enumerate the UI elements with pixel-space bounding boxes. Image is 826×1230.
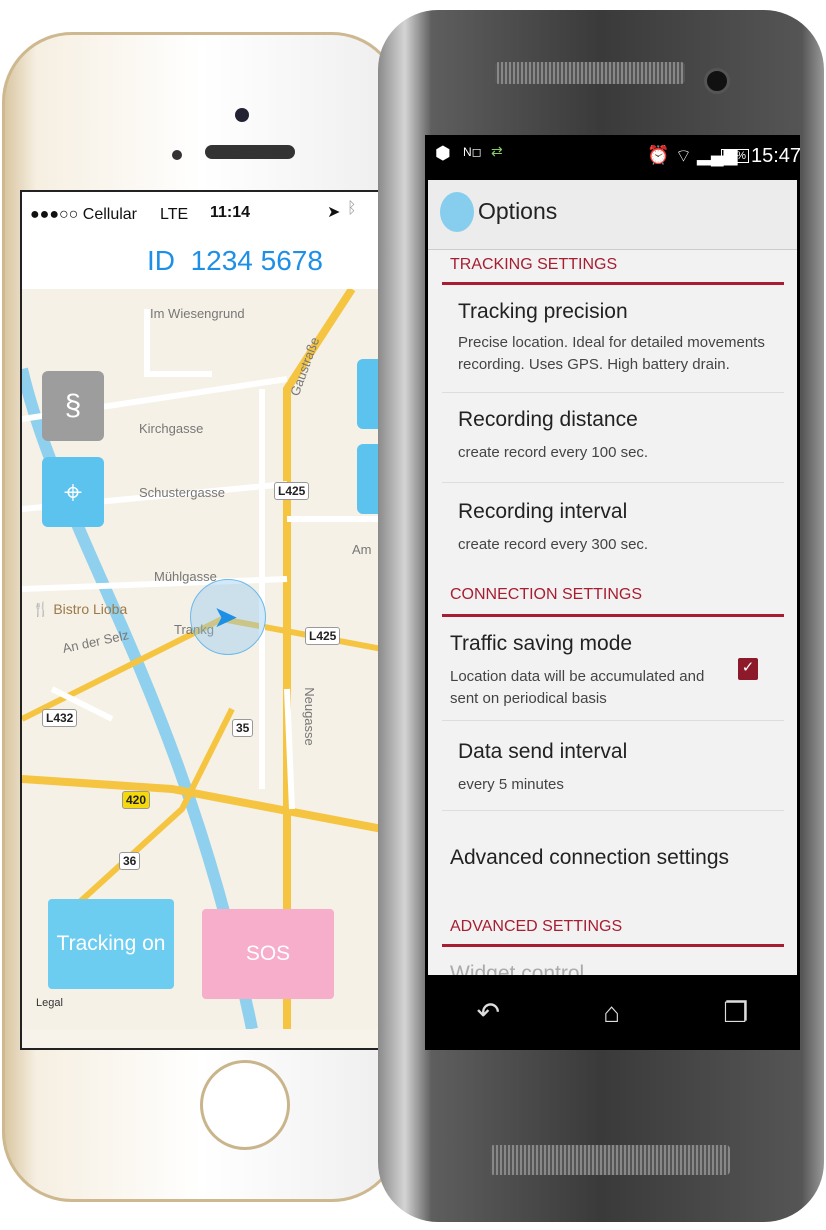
home-button[interactable] xyxy=(200,1060,290,1150)
pref-summary: Precise location. Ideal for detailed mov… xyxy=(458,334,765,373)
divider xyxy=(442,720,784,721)
battery-indicator: 85% xyxy=(721,149,750,163)
device-id-header: ID 1234 5678 xyxy=(22,237,378,289)
map-view[interactable]: Im Wiesengrund Gaustraße Kirchgasse Schu… xyxy=(22,289,378,1029)
street-label: Mühlgasse xyxy=(154,569,217,584)
poi-bistro[interactable]: 🍴 Bistro Lioba xyxy=(32,601,127,618)
speaker-grille-top xyxy=(495,62,685,84)
divider xyxy=(442,810,784,811)
section-divider xyxy=(442,944,784,947)
street-label: Neugasse xyxy=(301,687,317,746)
id-value: 1234 5678 xyxy=(190,245,323,276)
pref-summary: create record every 300 sec. xyxy=(458,536,649,553)
data-transfer-icon: ⇄ xyxy=(491,143,503,159)
nfc-icon: N◻ xyxy=(463,145,482,159)
clock: 11:14 xyxy=(210,204,251,221)
street-label: Schustergasse xyxy=(139,485,225,500)
section-divider xyxy=(442,282,784,285)
road-shield: 35 xyxy=(232,719,254,737)
pref-title: Traffic saving mode xyxy=(450,632,633,655)
clock: 15:47 xyxy=(751,145,800,167)
section-divider xyxy=(442,614,784,617)
route-icon: § xyxy=(64,389,82,422)
wifi-icon: ⌔ xyxy=(675,146,692,166)
id-label: ID xyxy=(147,245,176,276)
android-screen: ⬢ N◻ ⇄ ⏰ ⌔ ▂▄▆ 85% 15:47 Options TRACKIN… xyxy=(425,135,800,1050)
network-type: LTE xyxy=(160,206,189,223)
iphone-screen: ●●●○○ Cellular LTE 11:14 ➤ ᛒ ID 1234 567… xyxy=(20,190,380,1050)
map-side-button[interactable] xyxy=(357,359,378,429)
street-label: Kirchgasse xyxy=(139,421,204,436)
home-icon[interactable]: ⌂ xyxy=(603,997,620,1029)
section-header: TRACKING SETTINGS xyxy=(450,256,618,273)
divider xyxy=(442,392,784,393)
app-icon: ⬢ xyxy=(435,143,451,163)
recent-apps-icon[interactable]: ❐ xyxy=(723,996,748,1029)
android-nav-bar: ↶ ⌂ ❐ xyxy=(425,975,800,1050)
options-screen: Options TRACKING SETTINGS Tracking preci… xyxy=(428,180,797,985)
heading-arrow-icon: ➤ xyxy=(213,601,239,634)
divider xyxy=(442,482,784,483)
page-title: Options xyxy=(478,198,558,224)
locate-button[interactable]: ⌖ xyxy=(42,457,104,527)
checkbox-checked[interactable]: ✓ xyxy=(738,658,758,680)
road-shield: L432 xyxy=(42,709,78,727)
section-header: CONNECTION SETTINGS xyxy=(450,586,643,603)
street-label: Im Wiesengrund xyxy=(150,306,245,321)
front-camera xyxy=(235,108,249,122)
location-arrow-icon: ➤ xyxy=(327,204,341,221)
app-logo-icon[interactable] xyxy=(440,192,474,232)
carrier: ●●●○○ Cellular xyxy=(30,206,138,223)
map-side-button[interactable] xyxy=(357,444,378,514)
current-location-marker: ➤ xyxy=(190,579,266,655)
front-camera xyxy=(704,68,730,94)
pref-title: Tracking precision xyxy=(458,300,628,323)
legal-link[interactable]: Legal xyxy=(36,997,63,1009)
speaker-grille-bottom xyxy=(490,1145,730,1175)
bluetooth-icon: ᛒ xyxy=(347,200,357,217)
pref-summary: Location data will be accumulated and se… xyxy=(450,668,705,707)
back-icon[interactable]: ↶ xyxy=(477,996,500,1029)
poi-label: Bistro Lioba xyxy=(53,601,128,617)
earpiece xyxy=(205,145,295,159)
sensor xyxy=(172,150,182,160)
pref-summary: every 5 minutes xyxy=(458,776,564,793)
road-shield: 420 xyxy=(122,791,151,809)
road-shield: L425 xyxy=(305,627,341,645)
road-shield: L425 xyxy=(274,482,310,500)
street-label: Am xyxy=(352,542,372,557)
pref-advanced-connection-settings[interactable]: Advanced connection settings xyxy=(450,846,729,870)
pref-summary: create record every 100 sec. xyxy=(458,444,649,461)
section-header: ADVANCED SETTINGS xyxy=(450,918,623,935)
road-shield: 36 xyxy=(119,852,141,870)
pref-title: Recording interval xyxy=(458,500,628,523)
sos-button[interactable]: SOS xyxy=(202,909,334,999)
crosshair-icon: ⌖ xyxy=(63,474,83,510)
action-bar: Options xyxy=(428,180,797,250)
pref-title: Recording distance xyxy=(458,408,638,431)
alarm-icon: ⏰ xyxy=(647,145,670,165)
tracking-toggle-button[interactable]: Tracking on xyxy=(48,899,174,989)
ios-status-bar: ●●●○○ Cellular LTE 11:14 ➤ ᛒ xyxy=(22,192,378,237)
pref-title: Data send interval xyxy=(458,740,628,763)
android-status-bar: ⬢ N◻ ⇄ ⏰ ⌔ ▂▄▆ 85% 15:47 xyxy=(425,135,800,180)
route-button[interactable]: § xyxy=(42,371,104,441)
